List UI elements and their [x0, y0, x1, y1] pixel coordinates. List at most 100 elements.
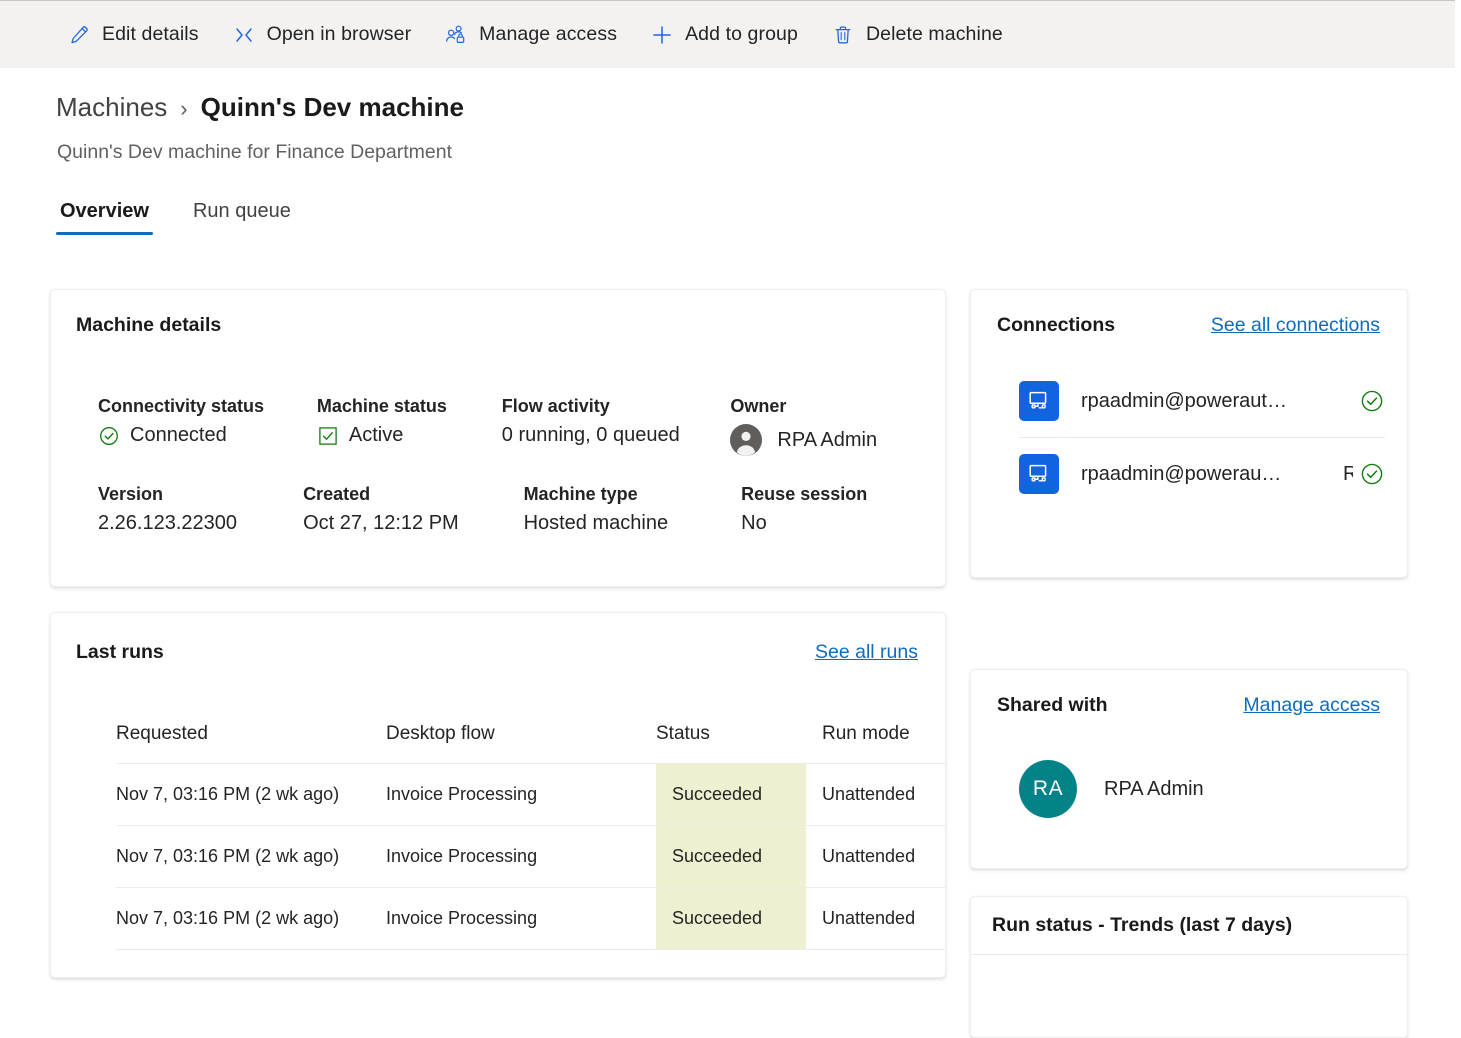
- field-value-wrap: Active: [317, 424, 490, 447]
- field-machine-status: Machine status Active: [317, 396, 502, 456]
- manage-access-button[interactable]: Manage access: [433, 13, 629, 57]
- column-header-run-mode[interactable]: Run mode: [806, 713, 945, 764]
- table-header-row: Requested Desktop flow Status Run mode: [116, 713, 945, 764]
- run-status-trends-body: [971, 955, 1407, 1037]
- connections-card: Connections See all connections rpaadmin…: [970, 289, 1408, 578]
- plus-icon: [651, 24, 673, 46]
- cell-requested: Nov 7, 03:16 PM (2 wk ago): [116, 887, 386, 950]
- circle-check-icon: [1359, 388, 1385, 414]
- circle-check-icon: [1359, 461, 1385, 487]
- page-body: Machines › Quinn's Dev machine Quinn's D…: [0, 68, 1461, 1038]
- desktop-flow-icon: [1019, 381, 1059, 421]
- field-value-wrap: RPA Admin: [730, 424, 913, 456]
- field-value: No: [741, 512, 767, 534]
- field-value-wrap: Connected: [98, 424, 305, 447]
- table-row[interactable]: Nov 7, 03:16 PM (2 wk ago) Invoice Proce…: [116, 825, 945, 888]
- field-label: Flow activity: [501, 396, 610, 416]
- last-runs-table: Requested Desktop flow Status Run mode N…: [116, 713, 945, 950]
- cell-desktop-flow: Invoice Processing: [386, 887, 656, 950]
- machine-details-row-2: Version 2.26.123.22300 Created Oct 27, 1…: [98, 484, 925, 535]
- list-item[interactable]: RA RPA Admin: [1019, 760, 1204, 818]
- field-value: Oct 27, 12:12 PM: [303, 512, 459, 534]
- machine-details-card: Machine details Connectivity status Conn…: [50, 289, 946, 587]
- table-row[interactable]: Nov 7, 03:16 PM (2 wk ago) Invoice Proce…: [116, 887, 945, 950]
- tab-overview[interactable]: Overview: [56, 200, 153, 235]
- list-item[interactable]: rpaadmin@powerau… R: [1019, 437, 1385, 510]
- shared-person-name: RPA Admin: [1104, 777, 1204, 800]
- field-label: Machine type: [523, 484, 638, 504]
- page-subtitle: Quinn's Dev machine for Finance Departme…: [57, 141, 452, 163]
- cell-status: Succeeded: [656, 763, 806, 826]
- table-header: Requested Desktop flow Status Run mode: [116, 713, 945, 764]
- table-row[interactable]: Nov 7, 03:16 PM (2 wk ago) Invoice Proce…: [116, 763, 945, 826]
- field-created: Created Oct 27, 12:12 PM: [303, 484, 524, 535]
- cell-desktop-flow: Invoice Processing: [386, 825, 656, 888]
- field-value-wrap: No: [741, 512, 913, 535]
- field-value-wrap: Hosted machine: [524, 512, 730, 535]
- add-to-group-label: Add to group: [685, 23, 798, 45]
- field-value: 2.26.123.22300: [98, 512, 238, 534]
- delete-machine-label: Delete machine: [865, 23, 1003, 45]
- field-value: Hosted machine: [523, 512, 669, 534]
- see-all-runs-link[interactable]: See all runs: [815, 641, 918, 664]
- page-title: Quinn's Dev machine: [200, 92, 464, 122]
- square-check-icon: [317, 425, 339, 447]
- shared-with-title: Shared with: [997, 694, 1108, 716]
- run-status-trends-header: Run status - Trends (last 7 days): [971, 897, 1407, 955]
- command-bar: Edit details Open in browser Manage acce…: [0, 0, 1455, 68]
- list-item[interactable]: rpaadmin@poweraut…: [1019, 365, 1385, 437]
- field-label: Version: [98, 484, 164, 504]
- manage-access-link[interactable]: Manage access: [1243, 694, 1380, 717]
- breadcrumb-machines-link[interactable]: Machines: [56, 92, 167, 123]
- field-value-wrap: 2.26.123.22300: [98, 512, 291, 535]
- field-value: Connected: [130, 424, 227, 446]
- delete-machine-button[interactable]: Delete machine: [820, 13, 1015, 57]
- run-status-trends-card: Run status - Trends (last 7 days): [970, 896, 1408, 1038]
- shared-with-card: Shared with Manage access RA RPA Admin: [970, 669, 1408, 869]
- field-label: Owner: [730, 396, 787, 416]
- cell-run-mode: Unattended: [806, 887, 945, 950]
- tab-list: Overview Run queue: [56, 200, 331, 235]
- cell-desktop-flow: Invoice Processing: [386, 763, 656, 826]
- field-value: Active: [348, 424, 404, 446]
- column-header-requested[interactable]: Requested: [116, 713, 386, 764]
- field-value-wrap: Oct 27, 12:12 PM: [303, 512, 512, 535]
- open-in-browser-icon: [233, 24, 255, 46]
- breadcrumb: Machines › Quinn's Dev machine: [56, 92, 464, 123]
- people-lock-icon: [445, 24, 467, 46]
- connection-name: rpaadmin@powerau…: [1081, 462, 1282, 485]
- field-label: Created: [303, 484, 371, 504]
- edit-details-label: Edit details: [102, 23, 199, 45]
- pencil-icon: [68, 24, 90, 46]
- trash-icon: [832, 24, 854, 46]
- breadcrumb-separator-icon: ›: [180, 96, 188, 121]
- add-to-group-button[interactable]: Add to group: [639, 13, 810, 57]
- field-connectivity-status: Connectivity status Connected: [98, 396, 317, 456]
- see-all-connections-link[interactable]: See all connections: [1211, 314, 1380, 337]
- column-header-desktop-flow[interactable]: Desktop flow: [386, 713, 656, 764]
- person-avatar-icon: [730, 424, 763, 456]
- column-header-status[interactable]: Status: [656, 713, 806, 764]
- last-runs-card: Last runs See all runs Requested Desktop…: [50, 612, 946, 978]
- cell-requested: Nov 7, 03:16 PM (2 wk ago): [116, 825, 386, 888]
- connections-title: Connections: [997, 314, 1116, 336]
- field-flow-activity: Flow activity 0 running, 0 queued: [502, 396, 731, 456]
- run-status-trends-title: Run status - Trends (last 7 days): [992, 914, 1293, 936]
- field-label: Reuse session: [741, 484, 868, 504]
- cell-run-mode: Unattended: [806, 763, 945, 826]
- avatar: RA: [1019, 760, 1077, 818]
- field-version: Version 2.26.123.22300: [98, 484, 303, 535]
- machine-details-title: Machine details: [76, 314, 222, 336]
- open-in-browser-button[interactable]: Open in browser: [221, 13, 424, 57]
- machine-details-row-1: Connectivity status Connected Machine st…: [98, 396, 925, 456]
- cell-run-mode: Unattended: [806, 825, 945, 888]
- edit-details-button[interactable]: Edit details: [56, 13, 211, 57]
- tab-run-queue[interactable]: Run queue: [189, 200, 295, 235]
- circle-check-icon: [98, 425, 120, 447]
- machine-details-grid: Connectivity status Connected Machine st…: [98, 396, 925, 563]
- last-runs-title: Last runs: [76, 641, 164, 663]
- field-label: Machine status: [316, 396, 447, 416]
- field-value: RPA Admin: [777, 428, 878, 451]
- cell-status: Succeeded: [656, 825, 806, 888]
- open-in-browser-label: Open in browser: [266, 23, 412, 45]
